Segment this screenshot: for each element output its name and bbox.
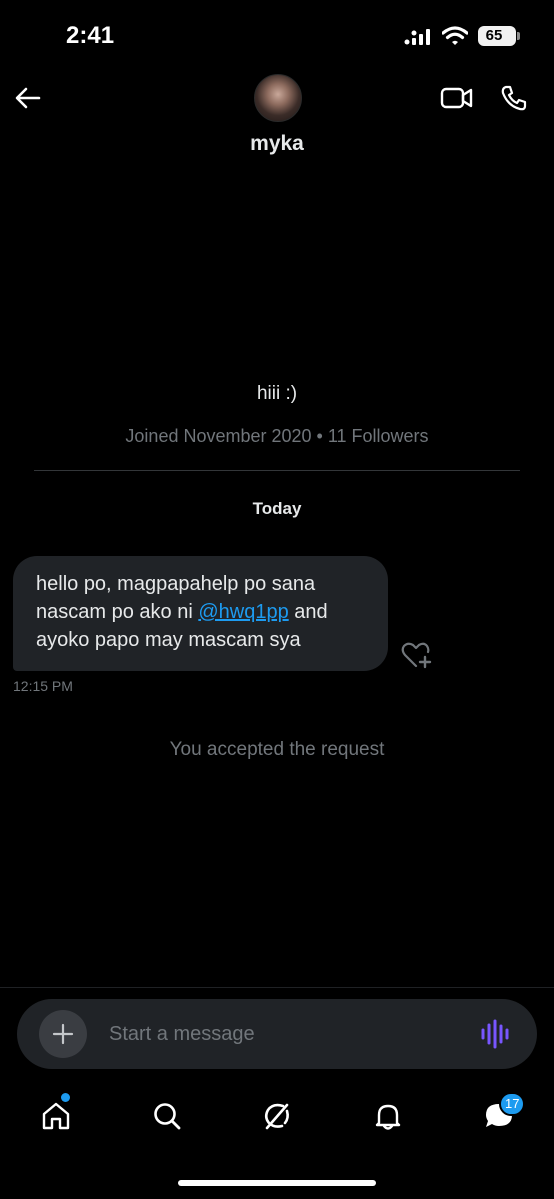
message-input[interactable] [109, 1019, 449, 1049]
plus-icon [52, 1023, 74, 1045]
status-bar: 2:41 65 [0, 0, 554, 72]
tab-notifications[interactable] [360, 1088, 416, 1144]
search-icon [154, 1103, 181, 1130]
date-separator: Today [252, 499, 302, 518]
divider [34, 470, 520, 471]
bottom-tab-bar: 17 [0, 1088, 554, 1148]
home-notification-dot [61, 1093, 70, 1102]
add-media-button[interactable] [39, 1010, 87, 1058]
profile-bio: hiii :) [256, 383, 298, 404]
phone-icon[interactable] [500, 84, 528, 112]
wifi-icon [442, 26, 468, 45]
message-timestamp: 12:15 PM [13, 678, 73, 694]
video-camera-icon[interactable] [440, 84, 474, 112]
heart-plus-icon[interactable] [400, 640, 432, 670]
home-indicator[interactable] [178, 1180, 376, 1186]
message-bubble[interactable]: hello po, magpapahelp po sana nascam po … [13, 556, 388, 671]
grok-icon [264, 1103, 289, 1130]
status-time: 2:41 [66, 22, 115, 49]
conversation-header: myka [0, 72, 554, 172]
avatar[interactable] [254, 74, 302, 122]
battery-icon: 65 [478, 26, 520, 46]
composer-divider [0, 987, 554, 988]
voice-wave-icon[interactable] [480, 1019, 512, 1049]
tab-grok[interactable] [249, 1088, 305, 1144]
tab-search[interactable] [139, 1088, 195, 1144]
mention-link[interactable]: @hwq1pp [198, 601, 288, 623]
back-arrow-icon[interactable] [12, 82, 44, 114]
messages-badge: 17 [499, 1092, 526, 1116]
cellular-signal-icon [404, 29, 430, 45]
contact-name[interactable]: myka [0, 132, 554, 156]
tab-messages[interactable]: 17 [471, 1088, 527, 1144]
battery-level: 65 [485, 27, 503, 44]
request-accepted-note: You accepted the request [169, 739, 385, 760]
notifications-bell-icon [375, 1104, 401, 1130]
profile-joined-info: Joined November 2020 • 11 Followers [125, 426, 429, 446]
tab-home[interactable] [28, 1088, 84, 1144]
message-composer [17, 999, 537, 1069]
home-icon [42, 1102, 70, 1130]
